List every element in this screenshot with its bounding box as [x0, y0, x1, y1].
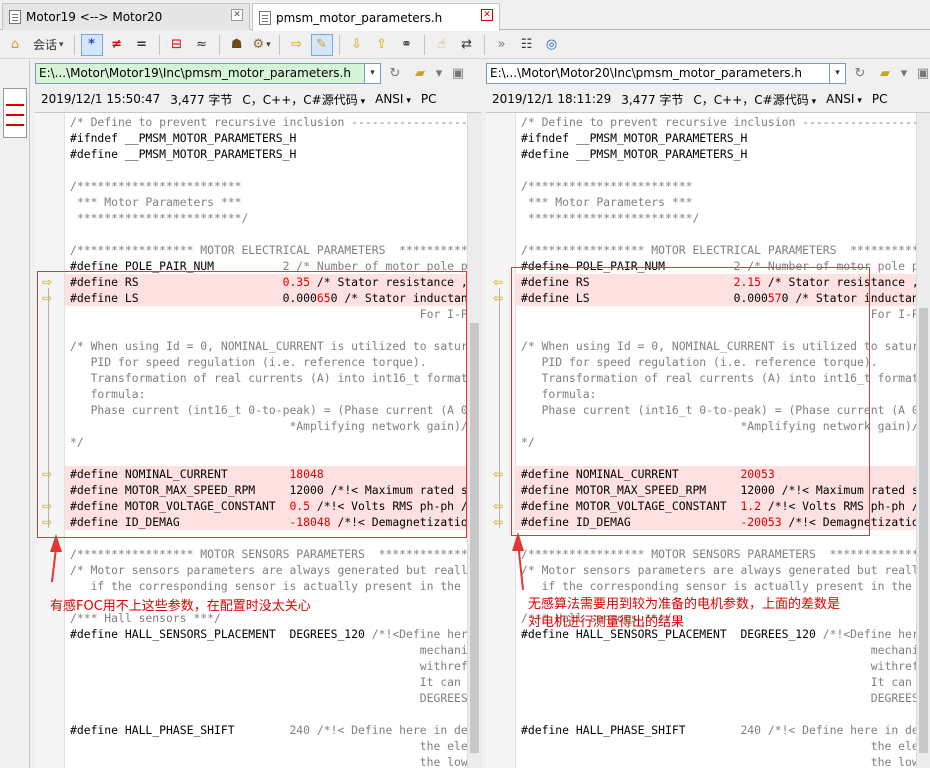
left-arrow-head	[50, 534, 62, 552]
right-annotation-line1: 无感算法需要用到较为准备的电机参数，上面的差数是	[528, 597, 841, 612]
left-annotation: 有感FOC用不上这些参数，在配置时没太关心	[50, 599, 311, 614]
annotation-arrows	[50, 532, 524, 591]
left-arrow-shaft	[51, 547, 57, 583]
right-arrow-head	[512, 532, 524, 551]
right-annotation-line2: 对电机进行测量得出的结果	[528, 615, 685, 630]
